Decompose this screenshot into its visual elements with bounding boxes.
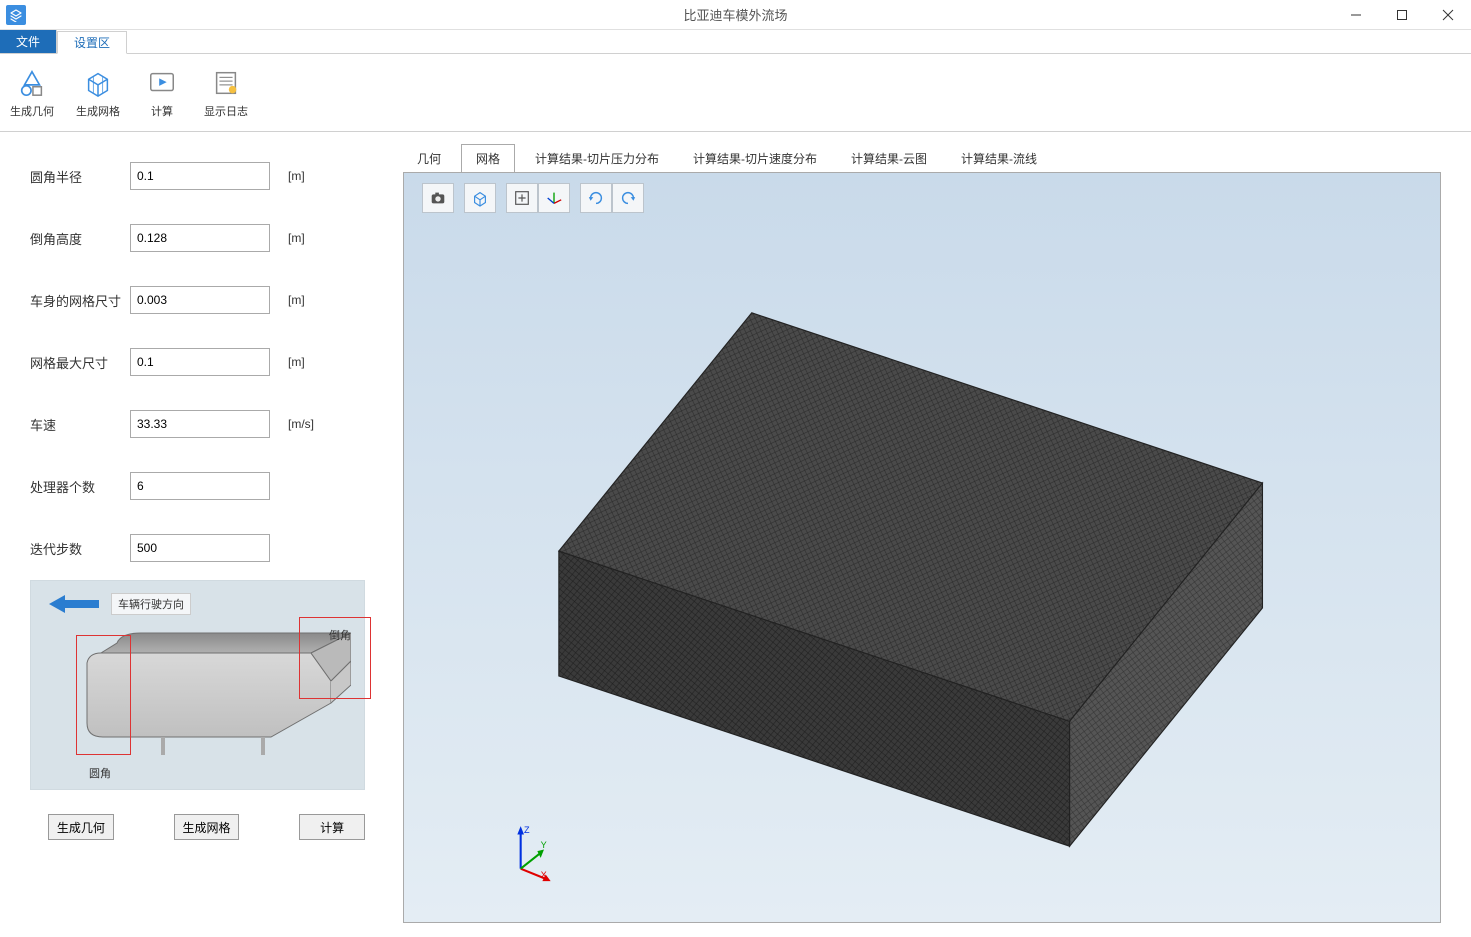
close-button[interactable] — [1425, 0, 1471, 30]
view-tabs: 几何 网格 计算结果-切片压力分布 计算结果-切片速度分布 计算结果-云图 计算… — [403, 146, 1441, 172]
bottom-button-row: 生成几何 生成网格 计算 — [30, 814, 365, 840]
fit-view-icon[interactable] — [506, 183, 538, 213]
vehicle-speed-unit: [m/s] — [288, 417, 314, 431]
chamfer-height-label: 倒角高度 — [30, 229, 130, 248]
settings-panel: 圆角半径 [m] 倒角高度 [m] 车身的网格尺寸 [m] 网格最大尺寸 [m]… — [0, 132, 395, 937]
view-tab-contour[interactable]: 计算结果-云图 — [837, 145, 941, 172]
form-row-iter-steps: 迭代步数 — [30, 534, 365, 562]
form-row-fillet-radius: 圆角半径 [m] — [30, 162, 365, 190]
axis-triad-icon[interactable] — [538, 183, 570, 213]
mesh-render — [434, 233, 1410, 892]
menu-tab-settings[interactable]: 设置区 — [57, 31, 127, 54]
form-row-body-mesh-size: 车身的网格尺寸 [m] — [30, 286, 365, 314]
mesh-max-size-label: 网格最大尺寸 — [30, 353, 130, 372]
body-mesh-size-label: 车身的网格尺寸 — [30, 291, 130, 310]
window-title: 比亚迪车模外流场 — [683, 5, 787, 24]
iter-steps-label: 迭代步数 — [30, 539, 130, 558]
view-tab-pressure[interactable]: 计算结果-切片压力分布 — [521, 145, 673, 172]
direction-arrow-icon — [49, 595, 99, 613]
fillet-highlight-box — [76, 635, 131, 755]
axis-y-label: Y — [541, 840, 547, 850]
shapes-icon — [16, 67, 48, 99]
fillet-annotation: 圆角 — [89, 765, 111, 781]
gen-geom-button[interactable]: 生成几何 — [48, 814, 114, 840]
ribbon: 生成几何 生成网格 计算 — [0, 54, 1471, 132]
direction-label: 车辆行驶方向 — [111, 593, 191, 615]
viewport-canvas[interactable]: Z X Y — [403, 172, 1441, 923]
ribbon-gen-mesh-label: 生成网格 — [76, 103, 120, 119]
axis-z-label: Z — [524, 825, 530, 835]
iter-steps-input[interactable] — [130, 534, 270, 562]
titlebar: 比亚迪车模外流场 — [0, 0, 1471, 30]
maximize-button[interactable] — [1379, 0, 1425, 30]
cube-mesh-icon — [82, 67, 114, 99]
form-row-mesh-max-size: 网格最大尺寸 [m] — [30, 348, 365, 376]
viewport-toolbar — [422, 183, 644, 213]
processor-count-label: 处理器个数 — [30, 477, 130, 496]
menubar: 文件 设置区 — [0, 30, 1471, 54]
ribbon-compute-button[interactable]: 计算 — [140, 63, 184, 123]
play-icon — [146, 67, 178, 99]
diagram-panel: 车辆行驶方向 — [30, 580, 365, 790]
chamfer-height-input[interactable] — [130, 224, 270, 252]
form-row-processor-count: 处理器个数 — [30, 472, 365, 500]
view-tab-velocity[interactable]: 计算结果-切片速度分布 — [679, 145, 831, 172]
mesh-max-size-input[interactable] — [130, 348, 270, 376]
form-row-vehicle-speed: 车速 [m/s] — [30, 410, 365, 438]
vehicle-speed-input[interactable] — [130, 410, 270, 438]
cube-view-icon[interactable] — [464, 183, 496, 213]
fillet-radius-unit: [m] — [288, 169, 305, 183]
view-tab-mesh[interactable]: 网格 — [461, 144, 515, 173]
axis-gizmo: Z X Y — [504, 822, 554, 882]
body-mesh-size-unit: [m] — [288, 293, 305, 307]
gen-mesh-button[interactable]: 生成网格 — [174, 814, 240, 840]
form-row-chamfer-height: 倒角高度 [m] — [30, 224, 365, 252]
axis-x-label: X — [541, 870, 547, 880]
camera-icon[interactable] — [422, 183, 454, 213]
mesh-max-size-unit: [m] — [288, 355, 305, 369]
menu-tab-file[interactable]: 文件 — [0, 30, 57, 53]
fillet-radius-label: 圆角半径 — [30, 167, 130, 186]
ribbon-gen-geom-button[interactable]: 生成几何 — [8, 63, 56, 123]
view-tab-streamlines[interactable]: 计算结果-流线 — [947, 145, 1051, 172]
vehicle-speed-label: 车速 — [30, 415, 130, 434]
ribbon-showlog-label: 显示日志 — [204, 103, 248, 119]
chamfer-height-unit: [m] — [288, 231, 305, 245]
ribbon-showlog-button[interactable]: 显示日志 — [202, 63, 250, 123]
chamfer-annotation: 倒角 — [329, 627, 351, 643]
viewport-area: 几何 网格 计算结果-切片压力分布 计算结果-切片速度分布 计算结果-云图 计算… — [395, 132, 1471, 937]
window-controls — [1333, 0, 1471, 30]
rotate-cw-icon[interactable] — [580, 183, 612, 213]
ribbon-gen-mesh-button[interactable]: 生成网格 — [74, 63, 122, 123]
rotate-ccw-icon[interactable] — [612, 183, 644, 213]
main-content: 圆角半径 [m] 倒角高度 [m] 车身的网格尺寸 [m] 网格最大尺寸 [m]… — [0, 132, 1471, 937]
app-icon — [6, 5, 26, 25]
minimize-button[interactable] — [1333, 0, 1379, 30]
compute-button[interactable]: 计算 — [299, 814, 365, 840]
ribbon-gen-geom-label: 生成几何 — [10, 103, 54, 119]
processor-count-input[interactable] — [130, 472, 270, 500]
view-tab-geometry[interactable]: 几何 — [403, 145, 455, 172]
body-mesh-size-input[interactable] — [130, 286, 270, 314]
log-icon — [210, 67, 242, 99]
fillet-radius-input[interactable] — [130, 162, 270, 190]
ribbon-compute-label: 计算 — [151, 103, 173, 119]
